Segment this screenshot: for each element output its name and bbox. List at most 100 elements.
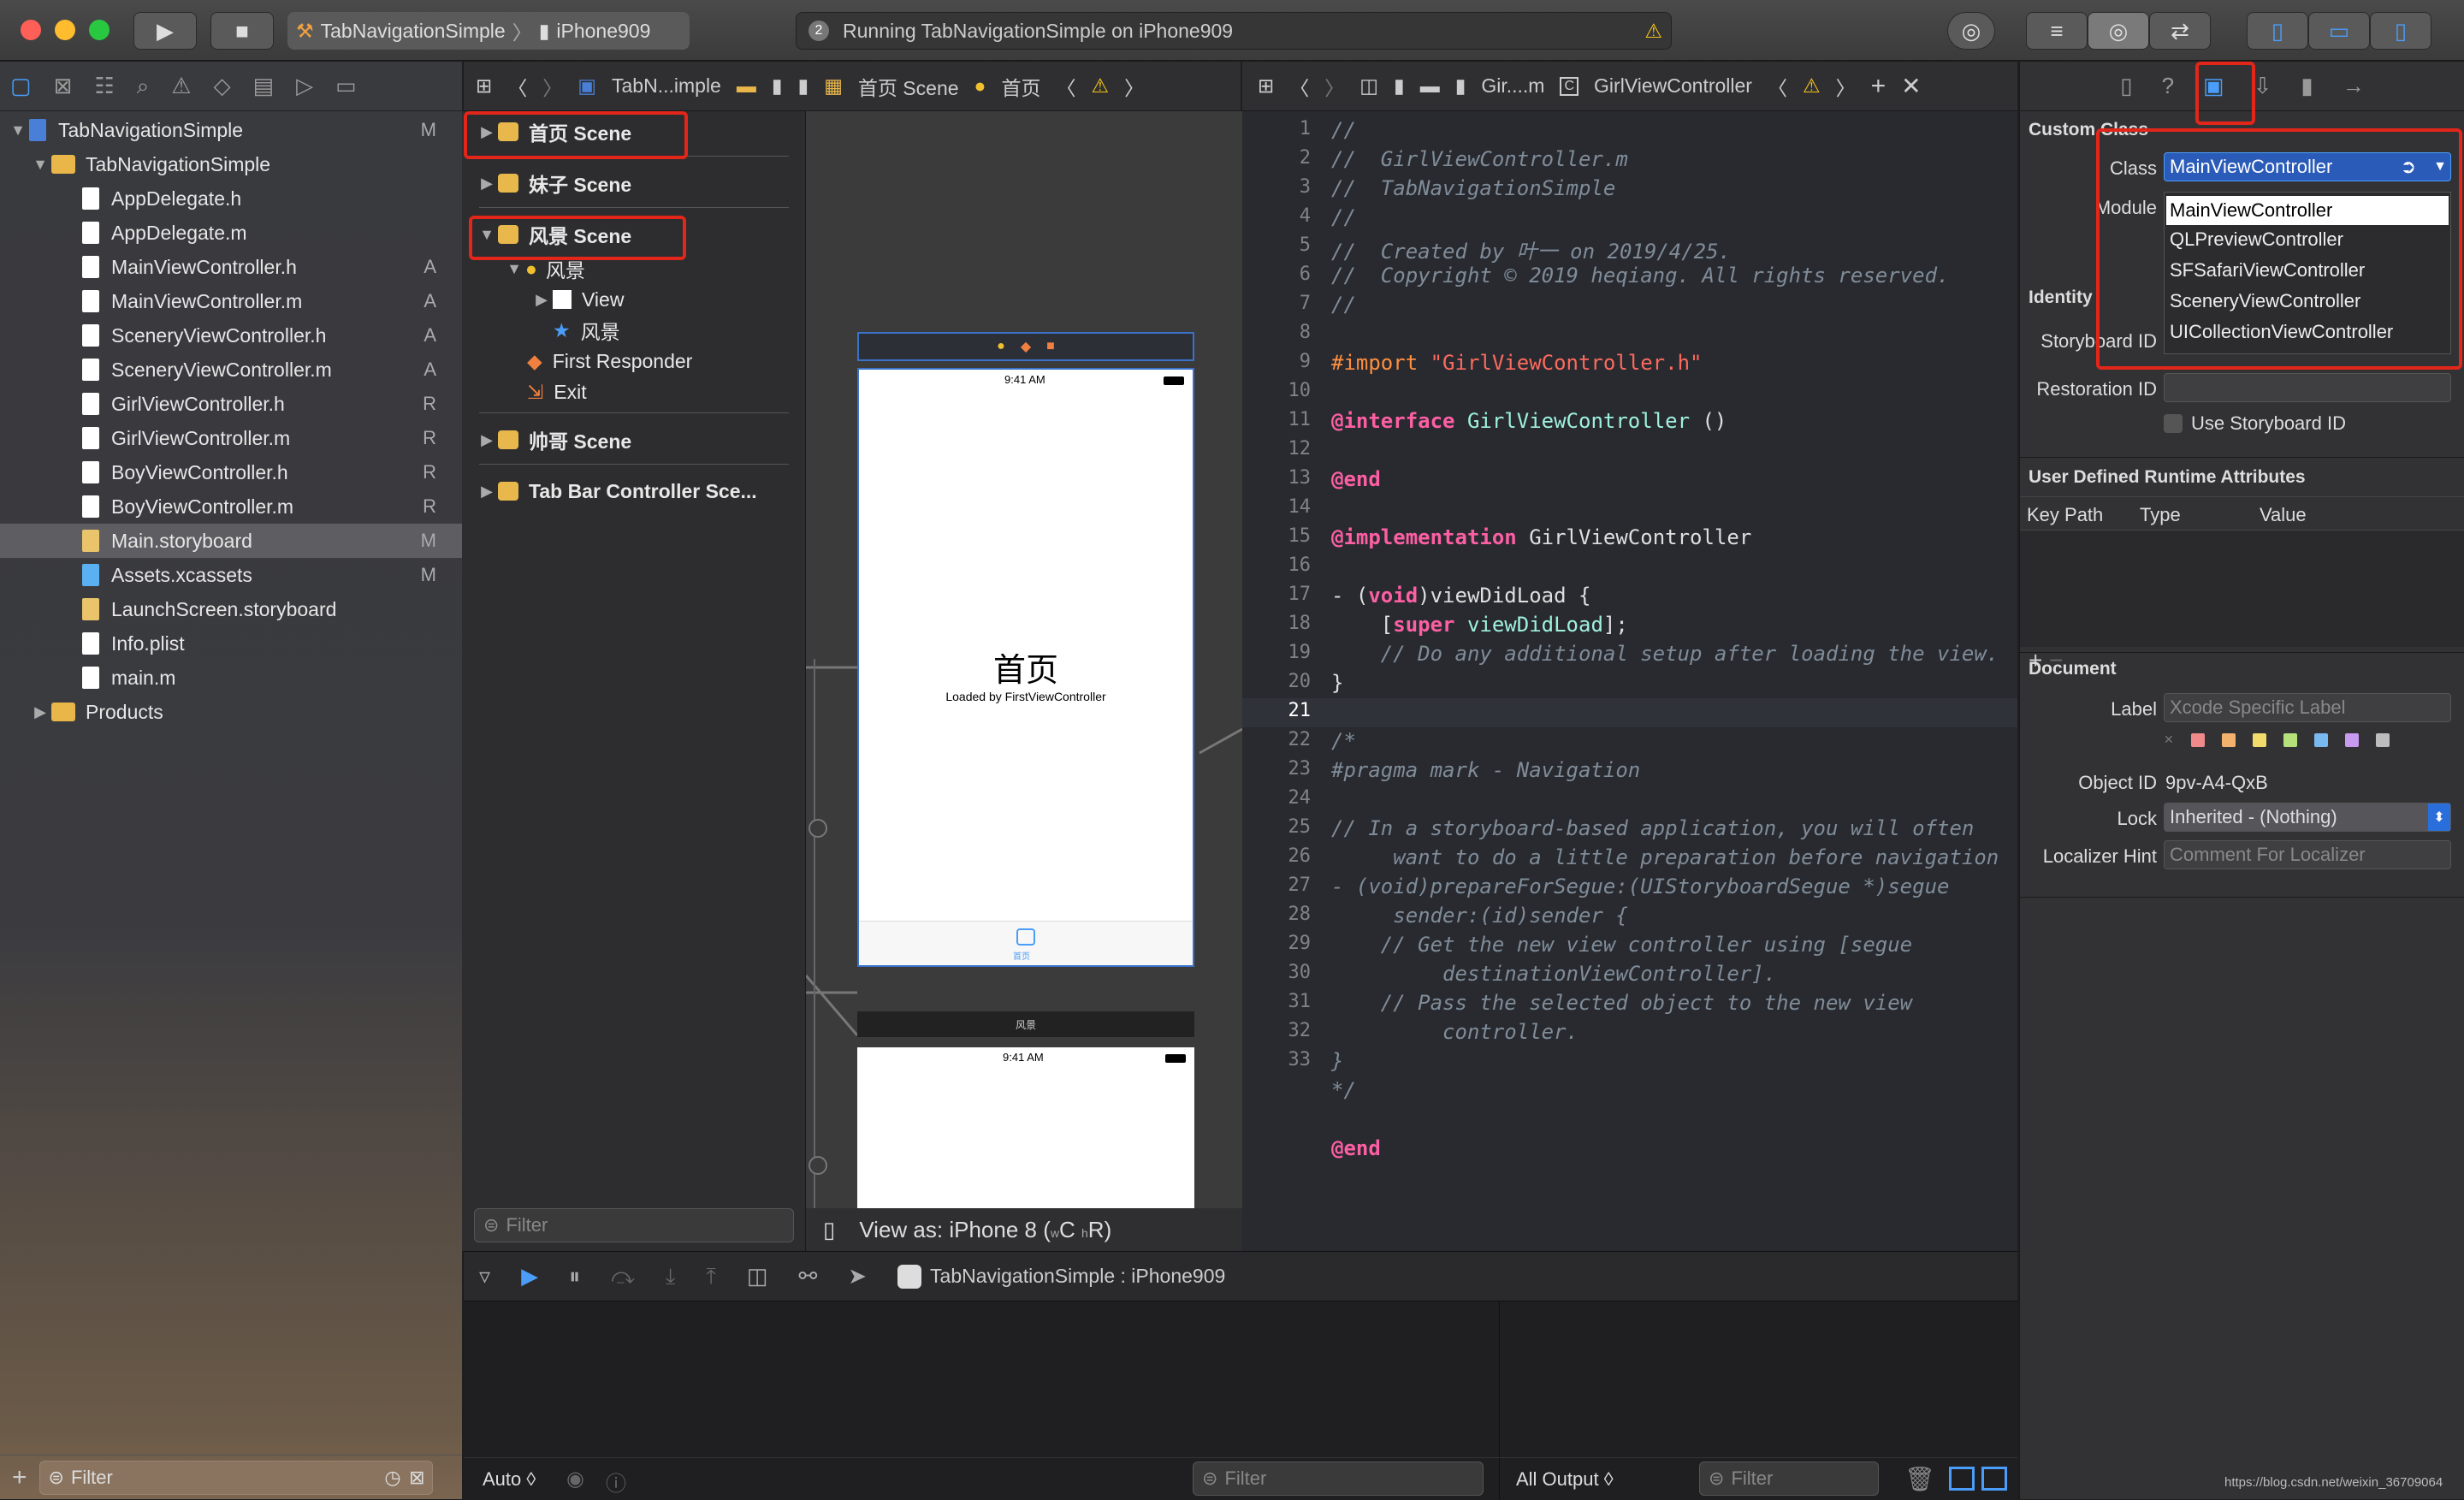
tree-item-file[interactable]: GirlViewController.h R (0, 387, 462, 421)
color-swatch[interactable] (2221, 732, 2236, 747)
tree-item-file[interactable]: BoyViewController.h R (0, 455, 462, 489)
recent-icon[interactable]: ◷ (384, 1467, 400, 1489)
forward-icon[interactable]: 〉 (542, 72, 562, 101)
color-swatch[interactable] (2283, 732, 2297, 747)
jump-scene[interactable]: 首页 Scene (858, 72, 959, 101)
standard-editor-button[interactable]: ≡ (2026, 12, 2088, 50)
console-filter-input[interactable]: ⊜ Filter (1699, 1461, 1879, 1496)
warning-icon[interactable]: ⚠ (1644, 20, 1662, 43)
color-swatch[interactable] (2252, 732, 2266, 747)
jump-class[interactable]: GirlViewController (1594, 74, 1752, 98)
phone-scene-home[interactable]: 9:41 AM 首页 Loaded by FirstViewController… (857, 368, 1194, 967)
split-right-icon[interactable] (1981, 1467, 2007, 1491)
version-editor-button[interactable]: ⇄ (2149, 12, 2211, 50)
step-over-icon[interactable]: ⤼ (611, 1263, 635, 1290)
restoration-id-input[interactable] (2164, 373, 2451, 402)
outline-scene[interactable]: ▶ Tab Bar Controller Sce... (462, 474, 806, 508)
close-editor-icon[interactable]: ✕ (1901, 72, 1921, 100)
stop-button[interactable]: ■ (210, 12, 274, 50)
add-editor-icon[interactable]: + (1871, 72, 1886, 101)
outline-view[interactable]: ▶ View (462, 282, 806, 317)
tree-item-file[interactable]: MainViewController.h A (0, 250, 462, 284)
toggle-navigator-button[interactable]: ▯ (2247, 12, 2308, 50)
tree-item-file[interactable]: main.m (0, 661, 462, 695)
grid-icon[interactable]: ⊞ (1258, 74, 1274, 98)
tree-item-file[interactable]: LaunchScreen.storyboard (0, 592, 462, 626)
scene-dock[interactable]: ● ◆ ■ (857, 332, 1194, 361)
output-select[interactable]: All Output ◊ (1516, 1468, 1614, 1491)
use-storyboard-id-row[interactable]: Use Storyboard ID (2164, 412, 2346, 435)
forward-icon[interactable]: 〉 (1324, 72, 1344, 101)
back-icon[interactable]: 〈 (1289, 72, 1309, 101)
jump-file[interactable]: Gir....m (1481, 74, 1544, 98)
disclosure-open-icon[interactable]: ▼ (503, 260, 525, 278)
tree-item-file[interactable]: Info.plist (0, 626, 462, 661)
report-icon[interactable]: ▭ (335, 73, 357, 99)
test-icon[interactable]: ◇ (214, 73, 231, 99)
step-out-icon[interactable]: ⤒ (706, 1263, 716, 1290)
tree-item-group[interactable]: ▶ Products (0, 695, 462, 729)
tree-item-file[interactable]: AppDelegate.m (0, 216, 462, 250)
outline-toggle-icon[interactable]: ▯ (823, 1217, 835, 1243)
disclosure-closed-icon[interactable]: ▶ (29, 703, 51, 721)
outline-scene[interactable]: ▶ 妹子 Scene (462, 166, 806, 200)
variables-filter-input[interactable]: ⊜ Filter (1193, 1461, 1484, 1496)
view-as-button[interactable]: View as: iPhone 8 (wC hR) (859, 1217, 1111, 1243)
help-icon[interactable]: ? (2162, 73, 2174, 99)
disclosure-open-icon[interactable]: ▼ (29, 156, 51, 174)
runtime-table-body[interactable] (2020, 531, 2464, 647)
color-swatch[interactable] (2190, 732, 2205, 747)
issue-icon[interactable]: ⚠ (171, 73, 191, 99)
localizer-input[interactable]: Comment For Localizer (2164, 840, 2451, 869)
zoom-window-button[interactable] (89, 20, 110, 40)
code-editor[interactable]: 1 2 3 4 5 6 7 8 9 10 11 12 13 14 15 16 17 18 19 20 21 22 23 24 2… (1242, 111, 2017, 1251)
minimize-window-button[interactable] (55, 20, 75, 40)
connections-inspector-icon[interactable]: → (2343, 73, 2365, 99)
console-view[interactable] (1501, 1301, 2017, 1457)
prev-issue-icon[interactable]: 〈 (1056, 72, 1075, 101)
auto-select[interactable]: Auto ◊ (483, 1468, 536, 1491)
storyboard-canvas[interactable]: ● ◆ ■ 9:41 AM 首页 Loaded by FirstViewCont… (806, 111, 1242, 1251)
split-left-icon[interactable] (1949, 1467, 1975, 1491)
grid-icon[interactable]: ⊞ (476, 74, 492, 98)
add-icon[interactable]: + (12, 1463, 27, 1492)
tree-item-group[interactable]: ▼ TabNavigationSimple (0, 147, 462, 181)
library-button[interactable]: ◎ (1947, 12, 1995, 50)
next-issue-icon[interactable]: 〉 (1836, 72, 1856, 101)
pause-icon[interactable]: ⏸ (569, 1263, 580, 1290)
folder-icon[interactable]: ▢ (10, 73, 32, 99)
search-icon[interactable]: ⌕ (137, 73, 150, 100)
hide-debug-icon[interactable]: ▿ (479, 1263, 490, 1290)
warning-icon[interactable]: ⚠ (1091, 74, 1109, 98)
checkbox[interactable] (2164, 414, 2183, 433)
debug-icon[interactable]: ▤ (253, 73, 275, 99)
jump-controller[interactable]: 首页 (1001, 72, 1040, 101)
memory-graph-icon[interactable]: ⚯ (798, 1263, 817, 1290)
color-swatch[interactable] (2313, 732, 2328, 747)
tree-item-file-selected[interactable]: Main.storyboard M (0, 524, 462, 558)
outline-scene[interactable]: ▶ 帅哥 Scene (462, 423, 806, 457)
outline-tabbar-item[interactable]: ★ 风景 (462, 313, 806, 347)
warning-icon[interactable]: ⚠ (1803, 74, 1821, 98)
back-icon[interactable]: 〈 (507, 72, 527, 101)
trash-icon[interactable]: 🗑 (1904, 1465, 1935, 1493)
next-issue-icon[interactable]: 〉 (1124, 72, 1144, 101)
source-control-icon[interactable]: ⊠ (54, 73, 73, 99)
tree-item-project[interactable]: ▼ TabNavigationSimple M (0, 113, 462, 147)
location-icon[interactable]: ➤ (848, 1263, 867, 1290)
info-icon[interactable]: ⓘ (606, 1467, 626, 1497)
jump-project[interactable]: TabN...imple (612, 74, 721, 98)
breakpoint-icon[interactable]: ▷ (296, 73, 313, 99)
lock-select[interactable]: Inherited - (Nothing) ⬍ (2164, 803, 2451, 832)
variables-view[interactable] (464, 1301, 1499, 1457)
tree-item-file[interactable]: GirlViewController.m R (0, 421, 462, 455)
close-window-button[interactable] (21, 20, 41, 40)
step-into-icon[interactable]: ⤓ (666, 1263, 676, 1290)
size-inspector-icon[interactable]: ▮ (2301, 73, 2313, 99)
prev-issue-icon[interactable]: 〈 (1768, 72, 1787, 101)
file-inspector-icon[interactable]: ▯ (2120, 73, 2132, 99)
color-swatch[interactable] (2375, 732, 2390, 747)
run-button[interactable]: ▶ (133, 12, 197, 50)
scm-icon[interactable]: ⊠ (409, 1467, 424, 1489)
outline-exit[interactable]: ⇲ Exit (462, 375, 806, 409)
